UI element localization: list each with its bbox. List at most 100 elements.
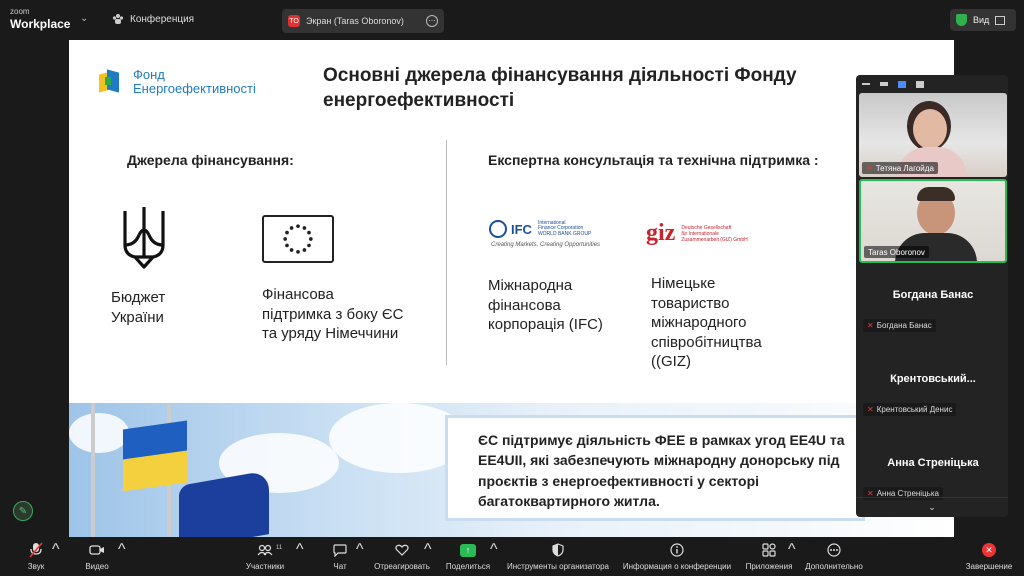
meeting-menu[interactable]: Конференция (112, 13, 194, 25)
audio-options-caret[interactable]: ^ (52, 541, 60, 573)
video-button[interactable]: Видео (82, 541, 112, 573)
meeting-info-button[interactable]: Информация о конференции (621, 541, 733, 573)
callout-text: ЄС підтримує діяльність ФЕЕ в рамках уго… (478, 432, 845, 509)
participant-name: Taras Oboronov (868, 247, 925, 257)
share-screen-button[interactable]: ↑ Поделиться (444, 541, 492, 573)
host-tools-shield-icon (552, 541, 564, 559)
more-button[interactable]: Дополнительно (804, 541, 864, 573)
share-screen-icon: ↑ (460, 541, 476, 559)
giz-logo-sub: Deutsche Gesellschaft für Internationale… (681, 224, 748, 243)
minimize-icon[interactable] (862, 83, 870, 85)
strip-view-icon[interactable] (898, 80, 906, 88)
view-label: Вид (973, 15, 990, 25)
end-label: Завершение (965, 562, 1013, 571)
participant-display-name: Крентовський... (890, 373, 976, 385)
caption-ifc: Міжнародна фінансова корпорація (IFC) (488, 277, 603, 333)
screen-share-tab[interactable]: TO Экран (Taras Oboronov) ⋯ (282, 9, 444, 33)
top-bar: zoom Workplace ⌄ Конференция TO Экран (T… (0, 0, 1024, 40)
participant-name-tag: Taras Oboronov (864, 246, 929, 258)
gallery-view-icon[interactable] (916, 80, 924, 88)
participant-name: Богдана Банас (876, 321, 932, 330)
participant-video-tile[interactable]: ✕ Тетяна Лагойда (859, 93, 1007, 177)
mic-muted-icon: ✕ (867, 321, 874, 330)
participant-name-tile[interactable]: Крентовський... ✕ Крентовський Денис (859, 347, 1007, 431)
chevron-down-icon[interactable]: ⌄ (80, 13, 88, 24)
brand-zoom: zoom (10, 7, 30, 16)
ee4u-callout: ЄС підтримує діяльність ФЕЕ в рамках уго… (445, 415, 865, 521)
meeting-label: Конференция (130, 13, 195, 25)
grid-view-icon (995, 15, 1006, 25)
slide-title: Основні джерела фінансування діяльності … (323, 65, 797, 111)
participants-options-caret[interactable]: ^ (296, 541, 304, 573)
share-label: Поделиться (445, 562, 491, 571)
eu-flag-icon (262, 215, 334, 263)
caption-giz: Німецьке товариство міжнародного співроб… (651, 275, 762, 370)
participant-display-name: Анна Стреніцька (887, 457, 979, 469)
participant-name-tag: ✕ Крентовський Денис (863, 403, 957, 416)
caption-eu-support: Фінансова підтримка з боку ЄС та уряду Н… (262, 286, 404, 342)
host-tools-button[interactable]: Инструменты организатора (506, 541, 610, 573)
info-icon (670, 541, 684, 559)
more-options-icon[interactable]: ⋯ (426, 15, 438, 27)
mic-muted-icon: ✕ (866, 163, 873, 173)
ukraine-trident-icon (123, 207, 165, 269)
zoom-brand[interactable]: zoom Workplace (10, 7, 70, 31)
chat-options-caret[interactable]: ^ (356, 541, 364, 573)
column-divider (446, 140, 447, 365)
caption-budget: Бюджет України (111, 289, 166, 326)
sharer-avatar: TO (288, 15, 300, 27)
apps-options-caret[interactable]: ^ (788, 541, 796, 573)
video-options-caret[interactable]: ^ (118, 541, 126, 573)
video-label: Видео (85, 562, 109, 571)
mic-muted-icon: ✕ (867, 405, 874, 414)
shared-slide: Фонд Енергоефективності Основні джерела … (69, 40, 954, 537)
apps-icon (762, 541, 776, 559)
chat-button[interactable]: Чат (330, 541, 350, 573)
ifc-globe-icon (489, 220, 507, 238)
flags-photo: ЄС підтримує діяльність ФЕЕ в рамках уго… (69, 403, 954, 537)
apps-button[interactable]: Приложения (744, 541, 794, 573)
share-tab-label: Экран (Taras Oboronov) (306, 16, 404, 26)
speaker-view-icon[interactable] (880, 82, 888, 86)
giz-logo: giz Deutsche Gesellschaft für Internatio… (646, 220, 748, 247)
chat-label: Чат (333, 562, 347, 571)
active-speaker-tile[interactable]: Taras Oboronov (859, 179, 1007, 263)
host-tools-label: Инструменты организатора (507, 562, 609, 571)
scroll-down-button[interactable]: ⌄ (856, 497, 1008, 517)
audio-button[interactable]: Звук (22, 541, 50, 573)
participant-name: Крентовський Денис (876, 405, 953, 414)
ifc-logo-sub: International Finance Corporation WORLD … (537, 219, 592, 237)
meeting-icon (112, 14, 124, 24)
end-call-icon: ✕ (982, 541, 996, 559)
logo-line-2: Енергоефективності (133, 80, 256, 96)
flag-pole (91, 403, 95, 537)
participant-name: Тетяна Лагойда (875, 163, 934, 173)
participant-name-tag: ✕ Богдана Банас (863, 319, 936, 332)
end-meeting-button[interactable]: ✕ Завершение (964, 541, 1014, 573)
more-label: Дополнительно (805, 562, 863, 571)
chevron-down-icon: ⌄ (928, 502, 936, 512)
participants-icon (257, 541, 273, 559)
fund-logo: Фонд Енергоефективності (99, 68, 256, 95)
react-options-caret[interactable]: ^ (424, 541, 432, 573)
participants-count: 11 (276, 545, 283, 551)
camera-icon (89, 541, 105, 559)
heart-icon (395, 541, 409, 559)
logo-line-1: Фонд (133, 67, 165, 82)
view-button[interactable]: Вид (950, 9, 1016, 31)
gallery-controls (856, 75, 1008, 93)
participant-hair (917, 187, 955, 201)
annotate-pencil-icon[interactable]: ✎ (13, 501, 33, 521)
participant-name-tag: ✕ Тетяна Лагойда (862, 162, 938, 174)
meeting-toolbar: Звук ^ Видео ^ Участники 11 ^ Чат ^ Отре… (0, 537, 1024, 576)
eu-flag-photo (179, 470, 269, 537)
more-icon (827, 541, 841, 559)
cloud (69, 413, 129, 453)
apps-label: Приложения (745, 562, 793, 571)
react-label: Отреагировать (374, 562, 430, 571)
share-options-caret[interactable]: ^ (490, 541, 498, 573)
ifc-logo: IFC International Finance Corporation WO… (489, 220, 591, 238)
participant-name-tile[interactable]: Богдана Банас ✕ Богдана Банас (859, 263, 1007, 347)
ifc-logo-name: IFC (511, 221, 532, 237)
participants-label: Участники (245, 562, 285, 571)
